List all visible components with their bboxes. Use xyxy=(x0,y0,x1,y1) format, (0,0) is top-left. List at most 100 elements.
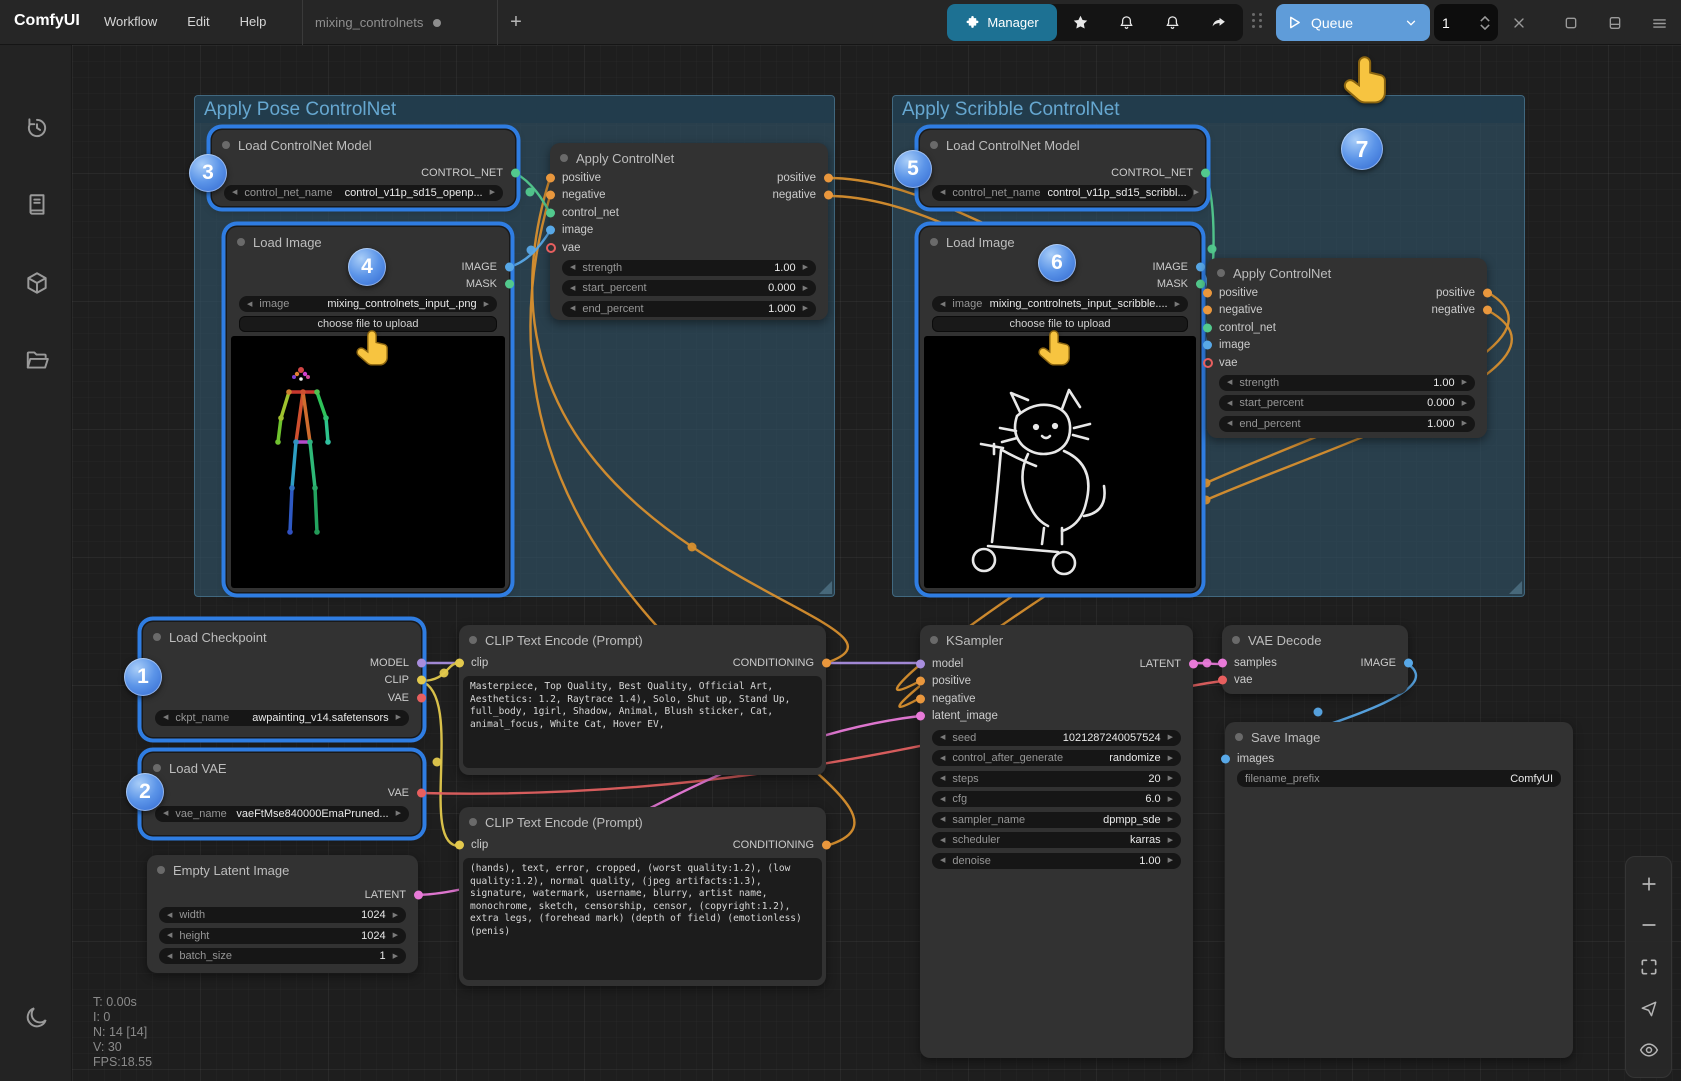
widget-control-after-generate[interactable]: ◀control_after_generaterandomize▶ xyxy=(932,750,1181,766)
output-pin-image[interactable] xyxy=(505,262,514,271)
collapse-dot[interactable] xyxy=(237,238,245,246)
collapse-dot[interactable] xyxy=(930,636,938,644)
menu-workflow[interactable]: Workflow xyxy=(104,14,157,29)
widget-denoise[interactable]: ◀denoise1.00▶ xyxy=(932,853,1181,869)
input-pin-clip[interactable] xyxy=(455,841,464,850)
output-pin-negative[interactable] xyxy=(824,191,833,200)
notification-bell-button-1[interactable] xyxy=(1103,4,1149,41)
select-mode-button[interactable] xyxy=(1637,997,1661,1021)
chevron-up-icon[interactable] xyxy=(1480,16,1490,22)
output-pin-conditioning[interactable] xyxy=(822,659,831,668)
collapse-dot[interactable] xyxy=(930,141,938,149)
output-pin-positive[interactable] xyxy=(1483,288,1492,297)
toggle-panel-button[interactable] xyxy=(1602,10,1628,36)
collapse-dot[interactable] xyxy=(222,141,230,149)
prev-arrow-icon[interactable]: ◀ xyxy=(232,189,237,196)
widget-start-percent[interactable]: ◀start_percent0.000▶ xyxy=(562,280,816,296)
menu-edit[interactable]: Edit xyxy=(187,14,209,29)
workflow-tab[interactable]: mixing_controlnets xyxy=(302,0,498,45)
new-workflow-button[interactable]: + xyxy=(504,11,528,34)
node-vae-decode[interactable]: VAE Decode samplesIMAGE vae xyxy=(1222,625,1408,694)
output-pin-control-net[interactable] xyxy=(511,168,520,177)
output-pin-image[interactable] xyxy=(1196,262,1205,271)
workflows-icon[interactable] xyxy=(24,347,50,373)
input-pin-samples[interactable] xyxy=(1218,658,1227,667)
fit-view-button[interactable] xyxy=(1637,955,1661,979)
widget-cfg[interactable]: ◀cfg6.0▶ xyxy=(932,791,1181,807)
collapse-dot[interactable] xyxy=(560,154,568,162)
node-apply-controlnet-pose[interactable]: Apply ControlNet positivepositive negati… xyxy=(550,143,828,320)
widget-sampler-name[interactable]: ◀sampler_namedpmpp_sde▶ xyxy=(932,812,1181,828)
output-pin-latent[interactable] xyxy=(414,891,423,900)
output-pin-conditioning[interactable] xyxy=(822,841,831,850)
input-pin-control-net[interactable] xyxy=(1203,323,1212,332)
collapse-dot[interactable] xyxy=(1217,269,1225,277)
output-pin-latent[interactable] xyxy=(1189,659,1198,668)
output-pin-control-net[interactable] xyxy=(1201,168,1210,177)
input-pin-vae[interactable] xyxy=(1218,676,1227,685)
queue-button[interactable]: Queue xyxy=(1276,4,1430,41)
widget-control-net-name[interactable]: ◀control_net_namecontrol_v11p_sd15_scrib… xyxy=(932,185,1193,201)
node-load-controlnet-model-scribble[interactable]: Load ControlNet Model CONTROL_NET ◀contr… xyxy=(920,130,1205,206)
widget-batch-size[interactable]: ◀batch_size1▶ xyxy=(159,948,406,964)
widget-height[interactable]: ◀height1024▶ xyxy=(159,928,406,944)
input-pin-model[interactable] xyxy=(916,659,925,668)
widget-end-percent[interactable]: ◀end_percent1.000▶ xyxy=(1219,416,1475,432)
app-logo[interactable]: ComfyUI xyxy=(14,12,80,30)
node-load-checkpoint[interactable]: Load Checkpoint MODEL CLIP VAE ◀ckpt_nam… xyxy=(143,622,421,737)
batch-count-input[interactable]: 1 xyxy=(1434,4,1498,41)
output-pin-negative[interactable] xyxy=(1483,306,1492,315)
input-pin-latent-image[interactable] xyxy=(916,712,925,721)
output-pin-positive[interactable] xyxy=(824,173,833,182)
model-library-icon[interactable] xyxy=(24,270,50,296)
input-pin-positive[interactable] xyxy=(546,173,555,182)
input-pin-control-net[interactable] xyxy=(546,208,555,217)
clear-canvas-button[interactable] xyxy=(1558,10,1584,36)
input-pin-negative[interactable] xyxy=(916,694,925,703)
toggle-link-visibility-button[interactable] xyxy=(1637,1038,1661,1062)
input-pin-negative[interactable] xyxy=(1203,306,1212,315)
widget-scheduler[interactable]: ◀schedulerkarras▶ xyxy=(932,832,1181,848)
output-pin-mask[interactable] xyxy=(1196,280,1205,289)
widget-filename-prefix[interactable]: filename_prefixComfyUI xyxy=(1237,770,1561,787)
input-pin-positive[interactable] xyxy=(916,677,925,686)
collapse-dot[interactable] xyxy=(930,238,938,246)
notification-bell-button-2[interactable] xyxy=(1149,4,1195,41)
chevron-down-icon[interactable] xyxy=(1404,16,1418,30)
output-pin-vae[interactable] xyxy=(417,693,426,702)
node-clip-text-encode-positive[interactable]: CLIP Text Encode (Prompt) clipCONDITIONI… xyxy=(459,625,826,775)
favorites-button[interactable] xyxy=(1057,4,1103,41)
next-arrow-icon[interactable]: ▶ xyxy=(484,301,489,308)
node-empty-latent-image[interactable]: Empty Latent Image LATENT ◀width1024▶ ◀h… xyxy=(147,855,418,973)
widget-image[interactable]: ◀imagemixing_controlnets_input_.png▶ xyxy=(239,296,497,312)
output-pin-vae[interactable] xyxy=(417,789,426,798)
widget-image[interactable]: ◀imagemixing_controlnets_input_scribble.… xyxy=(932,296,1188,312)
widget-strength[interactable]: ◀strength1.00▶ xyxy=(562,260,816,276)
node-save-image[interactable]: Save Image images filename_prefixComfyUI xyxy=(1225,722,1573,1058)
widget-steps[interactable]: ◀steps20▶ xyxy=(932,771,1181,787)
collapse-dot[interactable] xyxy=(1235,733,1243,741)
manager-button[interactable]: Manager xyxy=(947,4,1057,41)
chevron-down-icon[interactable] xyxy=(1480,24,1490,30)
collapse-dot[interactable] xyxy=(153,764,161,772)
node-library-icon[interactable] xyxy=(24,192,50,218)
input-pin-vae[interactable] xyxy=(546,243,556,253)
main-menu-button[interactable] xyxy=(1646,10,1672,36)
menu-help[interactable]: Help xyxy=(240,14,267,29)
zoom-in-button[interactable] xyxy=(1637,872,1661,896)
node-load-controlnet-model-pose[interactable]: Load ControlNet Model CONTROL_NET ◀contr… xyxy=(212,130,515,206)
count-stepper[interactable] xyxy=(1480,16,1490,30)
zoom-out-button[interactable] xyxy=(1637,913,1661,937)
collapse-dot[interactable] xyxy=(157,866,165,874)
output-pin-mask[interactable] xyxy=(505,280,514,289)
collapse-dot[interactable] xyxy=(1232,636,1240,644)
share-button[interactable] xyxy=(1195,4,1241,41)
widget-end-percent[interactable]: ◀end_percent1.000▶ xyxy=(562,301,816,317)
collapse-dot[interactable] xyxy=(469,636,477,644)
input-pin-negative[interactable] xyxy=(546,191,555,200)
widget-seed[interactable]: ◀seed1021287240057524▶ xyxy=(932,730,1181,746)
input-pin-image[interactable] xyxy=(1203,341,1212,350)
output-pin-clip[interactable] xyxy=(417,676,426,685)
interrupt-button[interactable] xyxy=(1506,10,1532,36)
input-pin-vae[interactable] xyxy=(1203,358,1213,368)
